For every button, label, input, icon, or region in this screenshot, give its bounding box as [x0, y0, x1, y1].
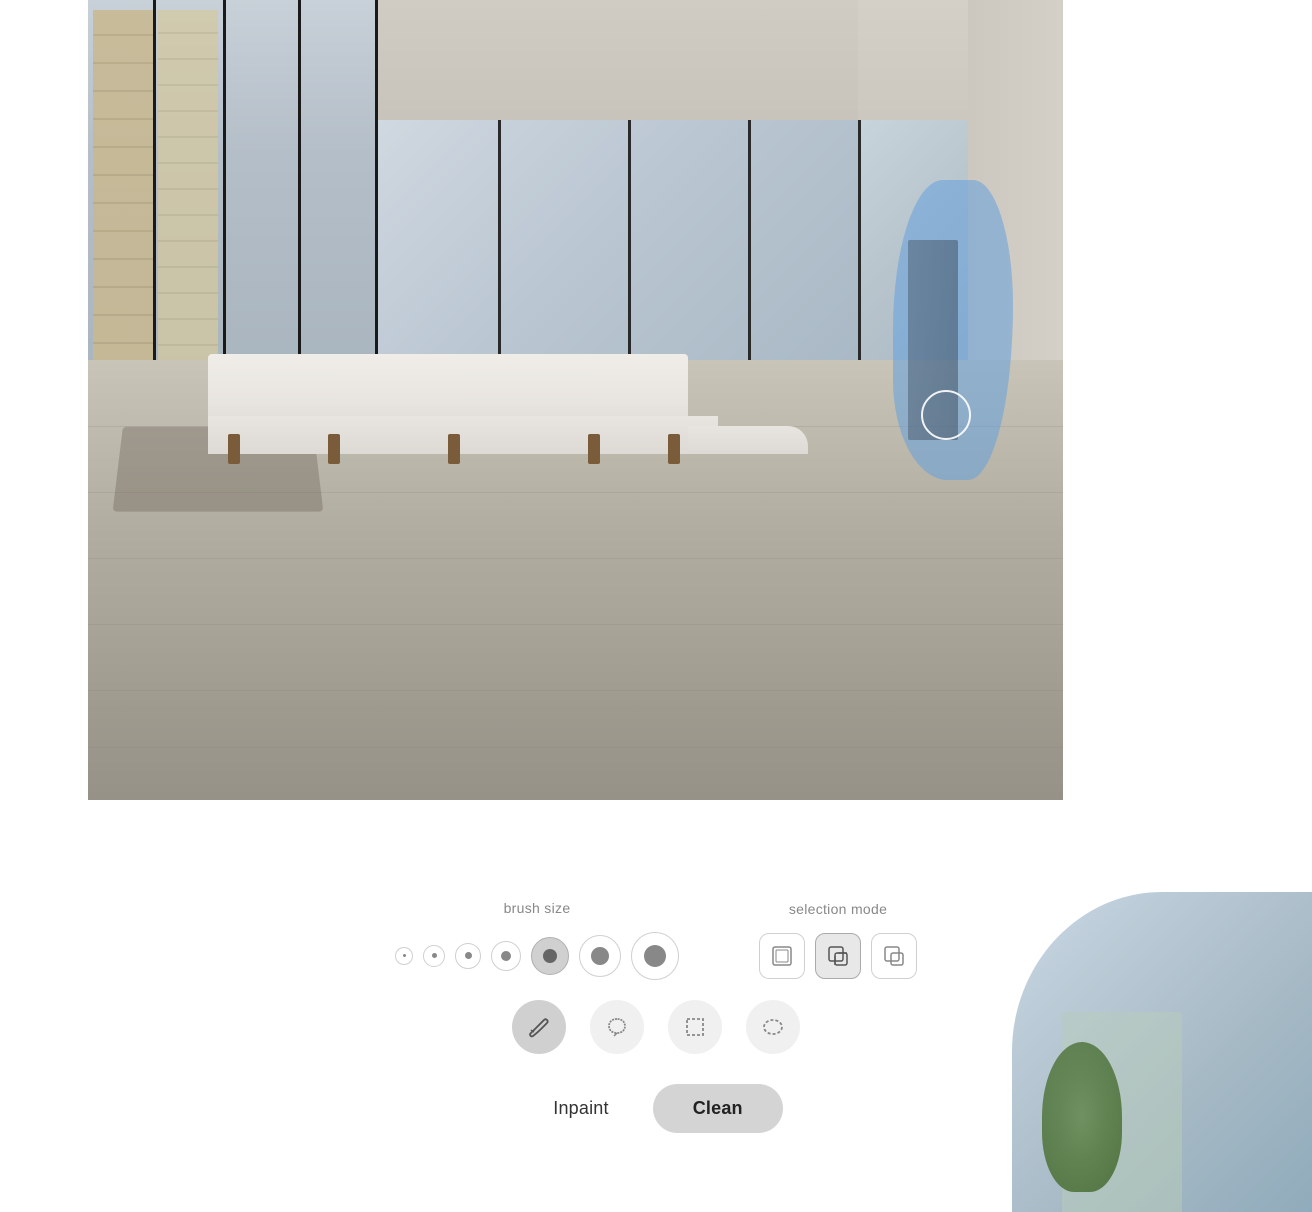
selection-subtract-btn[interactable]	[871, 933, 917, 979]
brush-size-group: brush size	[395, 900, 679, 980]
sofa	[208, 324, 768, 464]
brush-size-xl[interactable]	[631, 932, 679, 980]
brush-size-lg[interactable]	[579, 935, 621, 977]
brush-size-md-sm[interactable]	[455, 943, 481, 969]
upper-wall-center	[378, 0, 858, 120]
inpaint-mask	[883, 180, 1023, 500]
action-row: Inpaint Clean	[529, 1084, 782, 1133]
add-selection-icon	[826, 944, 850, 968]
brush-sizes-container	[395, 932, 679, 980]
selection-modes-container	[759, 933, 917, 979]
inpaint-button[interactable]: Inpaint	[529, 1086, 632, 1131]
brush-size-xs[interactable]	[395, 947, 413, 965]
new-selection-icon	[770, 944, 794, 968]
clean-button[interactable]: Clean	[653, 1084, 783, 1133]
brush-size-label: brush size	[504, 900, 571, 916]
brush-tool-btn[interactable]	[512, 1000, 566, 1054]
ellipse-select-btn[interactable]	[746, 1000, 800, 1054]
peek-image	[1012, 892, 1312, 1212]
selection-mode-group: selection mode	[759, 901, 917, 979]
image-canvas[interactable]	[0, 0, 1312, 800]
lasso-icon	[604, 1014, 630, 1040]
selection-new-btn[interactable]	[759, 933, 805, 979]
lasso-tool-btn[interactable]	[590, 1000, 644, 1054]
rect-select-btn[interactable]	[668, 1000, 722, 1054]
tool-row	[512, 1000, 800, 1054]
subtract-selection-icon	[882, 944, 906, 968]
brush-size-sm[interactable]	[423, 945, 445, 967]
controls-row: brush size	[395, 900, 917, 980]
brush-size-lg-sm[interactable]	[531, 937, 569, 975]
room-photo	[88, 0, 1063, 800]
brush-icon	[526, 1014, 552, 1040]
selection-mode-label: selection mode	[789, 901, 887, 917]
ellipse-select-icon	[760, 1014, 786, 1040]
brush-cursor	[921, 390, 971, 440]
selection-add-btn[interactable]	[815, 933, 861, 979]
brush-size-md[interactable]	[491, 941, 521, 971]
rect-select-icon	[682, 1014, 708, 1040]
